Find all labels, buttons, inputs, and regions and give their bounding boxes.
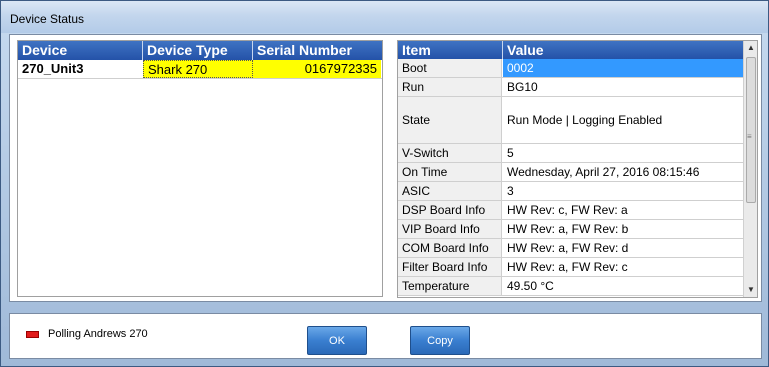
column-header-item[interactable]: Item <box>398 41 503 59</box>
property-value[interactable]: BG10 <box>503 78 744 96</box>
copy-button[interactable]: Copy <box>410 326 470 355</box>
property-value[interactable]: HW Rev: c, FW Rev: a <box>503 201 744 219</box>
status-indicator-icon <box>26 331 39 338</box>
property-value[interactable]: HW Rev: a, FW Rev: c <box>503 258 744 276</box>
property-value[interactable]: 0002 <box>503 59 744 77</box>
property-value[interactable]: HW Rev: a, FW Rev: d <box>503 239 744 257</box>
title-bar[interactable]: Device Status <box>1 1 768 33</box>
property-row[interactable]: VIP Board Info HW Rev: a, FW Rev: b <box>398 220 744 239</box>
property-row[interactable]: Temperature 49.50 °C <box>398 277 744 296</box>
device-status-window: Device Status Device Device Type Serial … <box>0 0 769 367</box>
device-list-header: Device Device Type Serial Number <box>18 41 382 60</box>
ok-button[interactable]: OK <box>307 326 367 355</box>
property-value[interactable]: HW Rev: a, FW Rev: b <box>503 220 744 238</box>
device-row[interactable]: 270_Unit3 Shark 270 0167972335 <box>18 60 382 79</box>
scroll-down-arrow-icon[interactable]: ▼ <box>744 283 757 297</box>
property-value[interactable]: 3 <box>503 182 744 200</box>
status-text: Polling Andrews 270 <box>48 328 148 340</box>
property-row[interactable]: COM Board Info HW Rev: a, FW Rev: d <box>398 239 744 258</box>
property-item: VIP Board Info <box>398 220 502 238</box>
column-header-serial-number[interactable]: Serial Number <box>253 41 382 60</box>
property-value[interactable]: Run Mode | Logging Enabled <box>503 97 744 143</box>
property-row[interactable]: Run BG10 <box>398 78 744 97</box>
property-value[interactable]: 49.50 °C <box>503 277 744 295</box>
column-header-device-type[interactable]: Device Type <box>143 41 253 60</box>
window-title: Device Status <box>10 12 85 26</box>
serial-number-cell[interactable]: 0167972335 <box>253 60 381 78</box>
device-list[interactable]: Device Device Type Serial Number 270_Uni… <box>17 40 383 297</box>
content-area: Device Device Type Serial Number 270_Uni… <box>9 34 762 302</box>
device-name-cell[interactable]: 270_Unit3 <box>18 60 142 78</box>
property-item: COM Board Info <box>398 239 502 257</box>
scrollbar-thumb[interactable] <box>746 57 756 203</box>
property-item: Temperature <box>398 277 502 295</box>
property-row[interactable]: Filter Board Info HW Rev: a, FW Rev: c <box>398 258 744 277</box>
column-header-value[interactable]: Value <box>503 41 744 59</box>
property-row[interactable]: DSP Board Info HW Rev: c, FW Rev: a <box>398 201 744 220</box>
status-panel: Polling Andrews 270 OK Copy <box>9 313 762 359</box>
grip-icon: ≡ <box>747 132 752 141</box>
column-header-device[interactable]: Device <box>18 41 143 60</box>
property-value[interactable]: Wednesday, April 27, 2016 08:15:46 <box>503 163 744 181</box>
scroll-up-arrow-icon[interactable]: ▲ <box>744 41 757 55</box>
property-row[interactable]: Boot 0002 <box>398 59 744 78</box>
property-row[interactable]: On Time Wednesday, April 27, 2016 08:15:… <box>398 163 744 182</box>
property-item: V-Switch <box>398 144 502 162</box>
vertical-scrollbar[interactable]: ▲ ≡ ▼ <box>743 41 757 297</box>
property-row[interactable]: State Run Mode | Logging Enabled <box>398 97 744 144</box>
property-item: Boot <box>398 59 502 77</box>
property-item: DSP Board Info <box>398 201 502 219</box>
property-item: Filter Board Info <box>398 258 502 276</box>
property-item: On Time <box>398 163 502 181</box>
property-row[interactable]: ASIC 3 <box>398 182 744 201</box>
property-item: Run <box>398 78 502 96</box>
property-item: ASIC <box>398 182 502 200</box>
property-value[interactable]: 5 <box>503 144 744 162</box>
device-type-cell[interactable]: Shark 270 <box>143 60 253 78</box>
property-item: State <box>398 97 502 143</box>
property-grid-header: Item Value <box>398 41 744 59</box>
property-row[interactable]: V-Switch 5 <box>398 144 744 163</box>
property-grid[interactable]: Item Value Boot 0002 Run BG10 State Run … <box>397 40 758 298</box>
